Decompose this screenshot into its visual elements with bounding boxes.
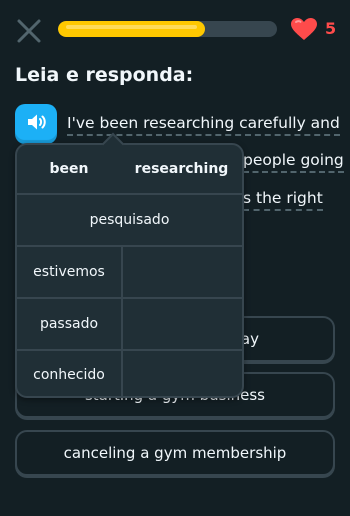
close-button[interactable] [16, 18, 42, 44]
passage-line-2[interactable]: people going [243, 150, 344, 173]
passage-line-1[interactable]: I've been researching carefully and [67, 113, 340, 136]
translation-option[interactable]: conhecido [17, 351, 121, 396]
progress-bar [58, 21, 277, 37]
passage-text[interactable]: s the right [243, 189, 323, 211]
audio-button[interactable] [15, 104, 57, 140]
translation-popover: been researching pesquisado estivemos pa… [15, 143, 244, 398]
popover-header: been researching [17, 145, 242, 193]
speaker-icon [28, 114, 46, 130]
close-icon [17, 19, 41, 43]
translation-option[interactable]: estivemos [17, 247, 121, 297]
passage-text[interactable]: I've been researching carefully and [67, 114, 340, 136]
passage-line-3[interactable]: s the right [243, 188, 323, 211]
progress-shine [66, 25, 197, 29]
hearts-count: 5 [325, 19, 337, 38]
instruction-title: Leia e responda: [15, 64, 194, 86]
passage-text[interactable]: people going [243, 151, 344, 173]
translation-option[interactable]: passado [17, 299, 121, 349]
heart-icon [291, 18, 317, 40]
popover-header-word: researching [134, 161, 229, 177]
popover-header-word: been [49, 161, 89, 177]
hearts-counter[interactable]: 5 [290, 16, 340, 42]
answer-option-label: canceling a gym membership [63, 444, 287, 462]
popover-divider [121, 245, 123, 396]
progress-fill [58, 21, 205, 37]
top-bar: 5 [0, 0, 350, 60]
answer-option-3[interactable]: canceling a gym membership [15, 430, 335, 476]
translation-option[interactable]: pesquisado [17, 195, 242, 245]
